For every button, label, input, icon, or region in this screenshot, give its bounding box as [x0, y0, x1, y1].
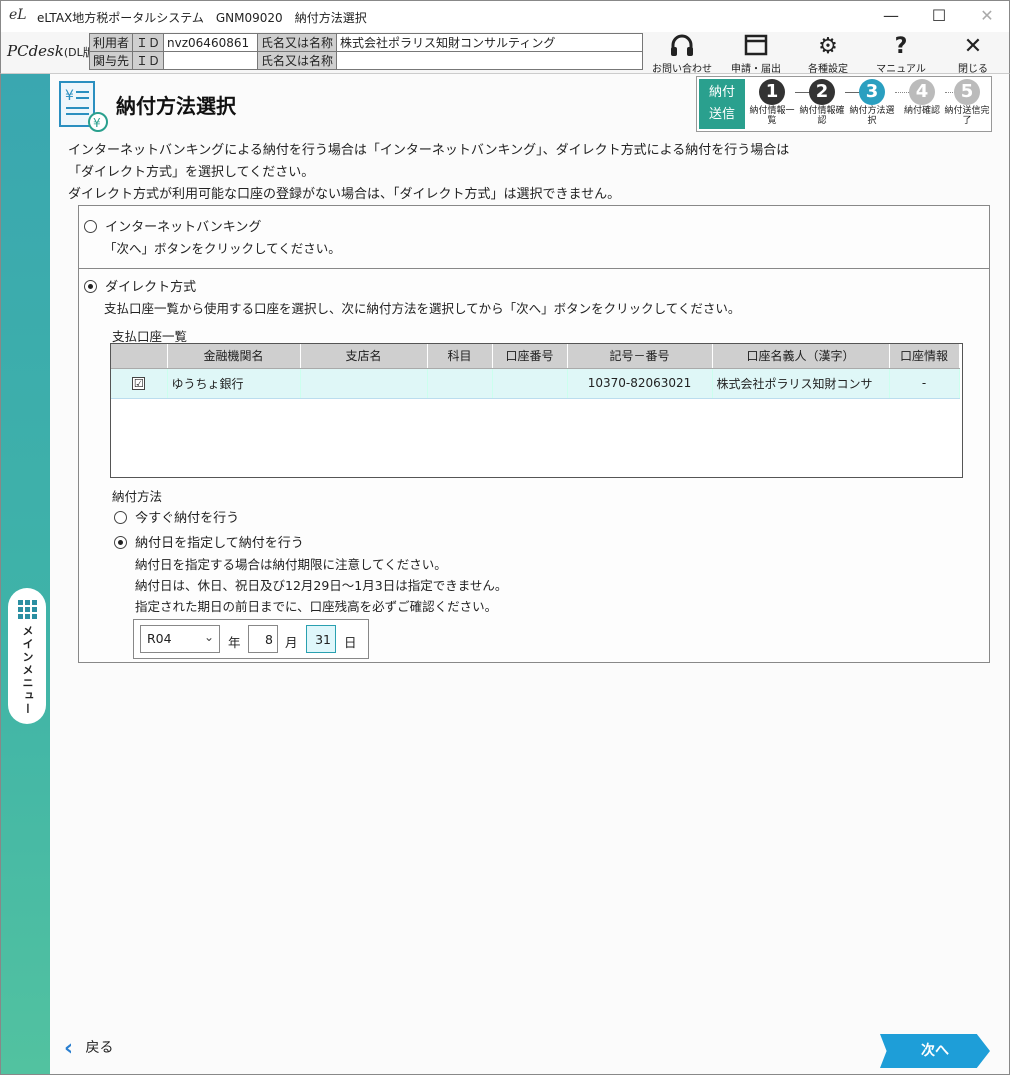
user-info-table: 利用者 ＩＤ nvz06460861 氏名又は名称 株式会社ポラリス知財コンサル…: [88, 33, 644, 70]
cell-branch: [300, 368, 428, 399]
col-symbol-number: 記号－番号: [567, 344, 713, 369]
account-list-table[interactable]: 金融機関名 支店名 科目 口座番号 記号－番号 口座名義人（漢字） 口座情報 ☑…: [110, 343, 963, 478]
internet-banking-radio[interactable]: インターネットバンキング: [84, 216, 261, 235]
cell-holder: 株式会社ポラリス知財コンサ: [712, 368, 890, 399]
gear-icon: ⚙: [818, 34, 838, 59]
related-name-value: [336, 51, 644, 70]
radio-off-icon: [84, 220, 97, 233]
pay-scheduled-radio[interactable]: 納付日を指定して納付を行う: [114, 532, 304, 551]
pcdesk-logo: PCdesk(DL版): [7, 42, 99, 60]
maximize-button[interactable]: ☐: [919, 5, 959, 29]
col-type: 科目: [427, 344, 493, 369]
question-icon: ?: [894, 34, 908, 59]
user-id-value: nvz06460861: [163, 33, 259, 52]
radio-on-icon: [84, 280, 97, 293]
pay-now-radio[interactable]: 今すぐ納付を行う: [114, 507, 239, 526]
cell-number: [492, 368, 568, 399]
settings-button[interactable]: ⚙ 各種設定: [793, 34, 863, 75]
checkbox-checked-icon[interactable]: ☑: [132, 377, 146, 390]
manual-button[interactable]: ? マニュアル: [866, 34, 936, 75]
month-unit: 月: [285, 635, 298, 650]
svg-text:¥: ¥: [65, 88, 74, 104]
window-title: eLTAX地方税ポータルシステム GNM09020 納付方法選択: [37, 11, 367, 25]
direct-radio[interactable]: ダイレクト方式: [84, 276, 196, 295]
day-input[interactable]: 31: [306, 625, 336, 653]
cell-bank: ゆうちょ銀行: [167, 368, 301, 399]
payment-type-options: インターネットバンキング 「次へ」ボタンをクリックしてください。 ダイレクト方式…: [78, 205, 990, 663]
user-name-value: 株式会社ポラリス知財コンサルティング: [336, 33, 644, 52]
headset-icon: [647, 34, 717, 60]
related-name-label: 氏名又は名称: [257, 51, 338, 70]
page-title: 納付方法選択: [116, 94, 236, 118]
svg-text:¥: ¥: [93, 116, 101, 130]
intro-text: インターネットバンキングによる納付を行う場合は「インターネットバンキング」、ダイ…: [68, 143, 790, 202]
current-process-badge: 納付 送信: [699, 79, 745, 129]
step-indicator: 納付 送信 1 納付情報一覧 2 納付情報確認 3 納付方法選択 4 納付確認 5…: [696, 76, 992, 132]
col-number: 口座番号: [492, 344, 568, 369]
row-checkbox[interactable]: ☑: [111, 368, 168, 399]
close-app-button[interactable]: ✕ 閉じる: [938, 34, 1008, 75]
col-holder: 口座名義人（漢字）: [712, 344, 890, 369]
user-name-label: 氏名又は名称: [257, 33, 338, 52]
user-label: 利用者: [88, 33, 134, 52]
cell-type: [427, 368, 493, 399]
scheduled-note-3: 指定された期日の前日までに、口座残高を必ずご確認ください。: [135, 599, 498, 614]
related-id-label: ＩＤ: [132, 51, 165, 70]
radio-on-icon: [114, 536, 127, 549]
payment-date-picker: R04 ⌄ 年 8 月 31 日: [133, 619, 369, 659]
application-button[interactable]: 申請・届出: [721, 34, 791, 75]
window-titlebar: eL eLTAX地方税ポータルシステム GNM09020 納付方法選択 — ☐ …: [0, 0, 1010, 32]
year-unit: 年: [228, 635, 241, 650]
col-branch: 支店名: [300, 344, 428, 369]
day-unit: 日: [344, 635, 357, 650]
direct-desc: 支払口座一覧から使用する口座を選択し、次に納付方法を選択してから「次へ」ボタンを…: [104, 301, 741, 316]
cell-symbol-number: 10370-82063021: [567, 368, 713, 399]
app-header: PCdesk(DL版) 利用者 ＩＤ nvz06460861 氏名又は名称 株式…: [0, 32, 1010, 75]
sidebar: メインメニュー: [0, 74, 50, 1075]
related-label: 関与先: [88, 51, 134, 70]
payment-method-label: 納付方法: [112, 489, 163, 504]
col-select: [111, 344, 168, 369]
contact-button[interactable]: お問い合わせ: [647, 34, 717, 75]
step-5: 5 納付送信完了: [944, 79, 990, 126]
window-close-button[interactable]: ✕: [967, 5, 1007, 29]
payment-document-icon: ¥ ¥: [54, 80, 110, 132]
back-button[interactable]: ‹ 戻る: [64, 1036, 114, 1061]
grid-menu-icon: [17, 600, 37, 619]
main-menu-button[interactable]: メインメニュー: [8, 588, 46, 724]
table-header-row: 金融機関名 支店名 科目 口座番号 記号－番号 口座名義人（漢字） 口座情報: [111, 344, 960, 369]
radio-off-icon: [114, 511, 127, 524]
cell-info: -: [889, 368, 960, 399]
window-icon: [721, 34, 791, 60]
main-content: ¥ ¥ 納付方法選択 納付 送信 1 納付情報一覧 2 納付情報確認 3 納付方法…: [50, 74, 1010, 1075]
main-menu-label: メインメニュー: [21, 625, 34, 716]
internet-banking-desc: 「次へ」ボタンをクリックしてください。: [104, 241, 341, 256]
minimize-button[interactable]: —: [871, 5, 911, 29]
chevron-down-icon: ⌄: [203, 630, 214, 644]
month-input[interactable]: 8: [248, 625, 278, 653]
related-id-value: [163, 51, 259, 70]
step-1: 1 納付情報一覧: [749, 79, 795, 126]
col-info: 口座情報: [889, 344, 960, 369]
scheduled-note-2: 納付日は、休日、祝日及び12月29日～1月3日は指定できません。: [135, 578, 508, 593]
user-id-label: ＩＤ: [132, 33, 165, 52]
next-button[interactable]: 次へ: [880, 1034, 990, 1068]
step-2: 2 納付情報確認: [799, 79, 845, 126]
era-year-select[interactable]: R04 ⌄: [140, 625, 220, 653]
close-icon: ✕: [963, 34, 983, 59]
col-bank: 金融機関名: [167, 344, 301, 369]
step-3: 3 納付方法選択: [849, 79, 895, 126]
step-4: 4 納付確認: [903, 79, 940, 116]
table-row[interactable]: ☑ ゆうちょ銀行 10370-82063021 株式会社ポラリス知財コンサ -: [111, 368, 960, 399]
scheduled-note-1: 納付日を指定する場合は納付期限に注意してください。: [135, 557, 447, 572]
chevron-left-icon: ‹: [64, 1036, 74, 1061]
internet-banking-option: インターネットバンキング 「次へ」ボタンをクリックしてください。: [79, 206, 989, 269]
eltax-app-icon: eL: [9, 7, 27, 23]
